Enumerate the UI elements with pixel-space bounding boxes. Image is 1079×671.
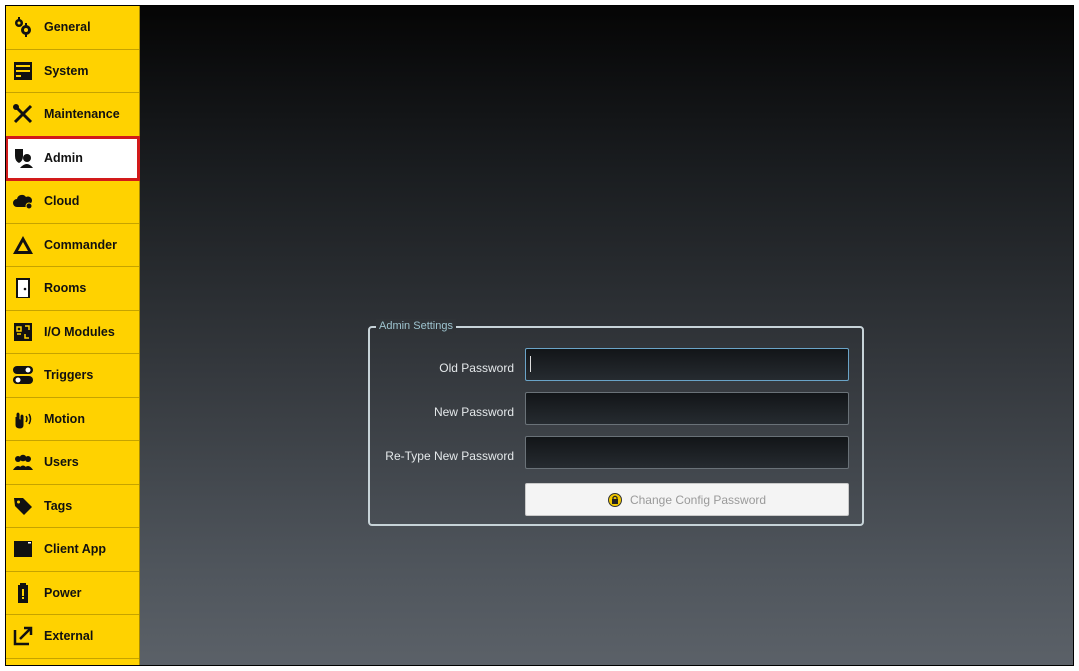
text-caret — [530, 356, 531, 372]
sidebar-item-label: Users — [44, 455, 79, 470]
circuit-icon — [12, 321, 34, 343]
sidebar-item-label: General — [44, 20, 91, 35]
new-password-field[interactable] — [525, 392, 849, 425]
sidebar-item-users[interactable]: Users — [6, 441, 139, 485]
sidebar-item-label: System — [44, 63, 89, 78]
sidebar-item-label: Maintenance — [44, 107, 120, 122]
sidebar-item-external[interactable]: External — [6, 615, 139, 659]
sidebar-item-io-modules[interactable]: I/O Modules — [6, 311, 139, 354]
sidebar-item-admin[interactable]: Admin — [6, 135, 140, 181]
sidebar: General System Maintenance Admin Cloud C… — [6, 6, 140, 665]
old-password-label: Old Password — [439, 361, 514, 375]
sidebar-item-system[interactable]: System — [6, 50, 139, 93]
sidebar-item-label: Client App — [44, 542, 107, 557]
window-icon — [12, 538, 34, 560]
sidebar-item-motion[interactable]: Motion — [6, 398, 139, 441]
sidebar-item-label: Rooms — [44, 281, 87, 296]
cloud-icon — [12, 190, 34, 212]
app-window: General System Maintenance Admin Cloud C… — [5, 5, 1074, 666]
sidebar-item-label: I/O Modules — [44, 324, 115, 339]
sidebar-item-commander[interactable]: Commander — [6, 224, 139, 267]
sidebar-item-tags[interactable]: Tags — [6, 485, 139, 528]
sidebar-item-label: Triggers — [44, 368, 94, 383]
admin-settings-panel: Admin Settings Old Password New Password… — [368, 319, 864, 526]
users-icon — [12, 451, 34, 473]
admin-settings-legend: Admin Settings — [376, 319, 456, 333]
sidebar-item-label: External — [44, 629, 94, 644]
lock-icon — [607, 492, 622, 507]
sidebar-item-maintenance[interactable]: Maintenance — [6, 93, 139, 137]
sidebar-item-label: Power — [44, 585, 82, 600]
sidebar-item-rooms[interactable]: Rooms — [6, 267, 139, 311]
main-content: Admin Settings Old Password New Password… — [140, 6, 1073, 665]
sidebar-item-label: Motion — [44, 411, 85, 426]
sidebar-item-cloud[interactable]: Cloud — [6, 180, 139, 224]
sidebar-item-triggers[interactable]: Triggers — [6, 354, 139, 398]
change-config-password-button[interactable]: Change Config Password — [525, 483, 849, 516]
sidebar-item-general[interactable]: General — [6, 6, 139, 50]
external-link-icon — [12, 625, 34, 647]
new-password-label: New Password — [433, 405, 514, 419]
server-icon — [12, 60, 34, 82]
sidebar-item-label: Admin — [44, 150, 83, 165]
sidebar-item-client-app[interactable]: Client App — [6, 528, 139, 572]
sidebar-item-label: Tags — [44, 498, 73, 513]
admin-shield-icon — [12, 147, 34, 169]
battery-icon — [12, 582, 34, 604]
retype-password-label: Re-Type New Password — [385, 449, 514, 463]
door-icon — [12, 277, 34, 299]
tools-icon — [12, 103, 34, 125]
retype-password-field[interactable] — [525, 436, 849, 469]
sidebar-item-label: Cloud — [44, 194, 80, 209]
old-password-field[interactable] — [525, 348, 849, 381]
change-config-password-label: Change Config Password — [629, 492, 767, 507]
motion-hand-icon — [12, 408, 34, 430]
toggle-icon — [12, 364, 34, 386]
gears-icon — [12, 16, 34, 38]
sidebar-item-label: Commander — [44, 237, 117, 252]
sidebar-item-power[interactable]: Power — [6, 572, 139, 615]
tag-icon — [12, 495, 34, 517]
commander-icon — [12, 234, 34, 256]
